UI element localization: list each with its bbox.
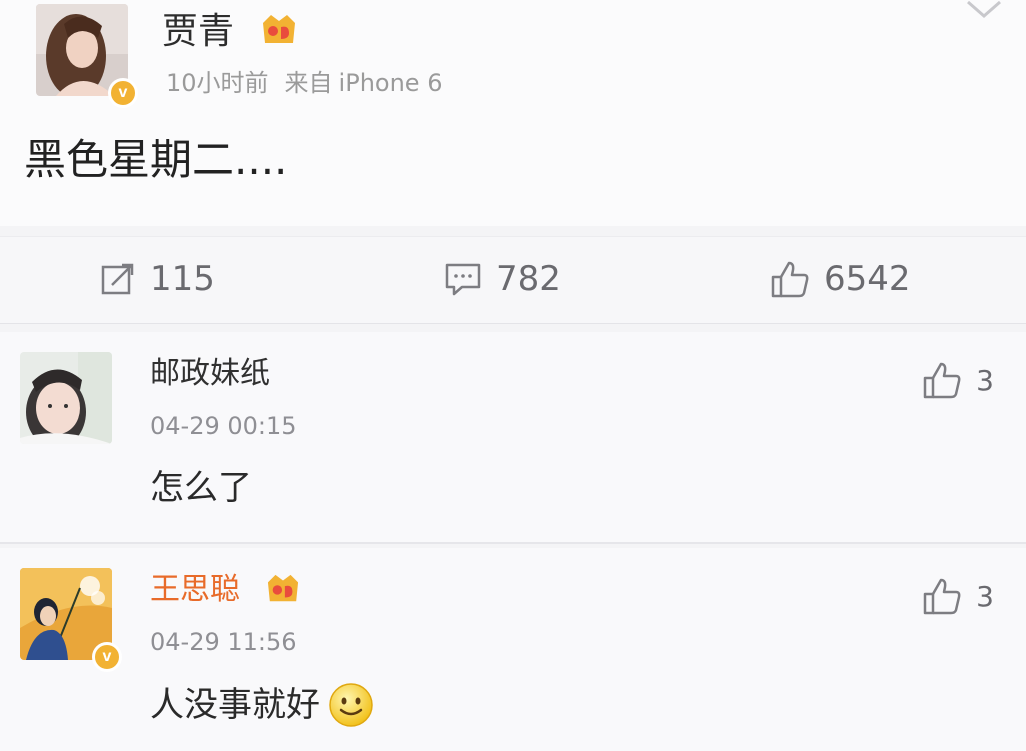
avatar [20, 352, 112, 444]
post-source-prefix: 来自 [284, 69, 333, 97]
comment-button[interactable]: 782 [444, 257, 561, 301]
verified-badge-icon: v [108, 78, 138, 108]
avatar-photo-icon [20, 352, 112, 444]
comment-author-name[interactable]: 王思聪 [150, 570, 302, 610]
repost-count: 115 [150, 259, 215, 299]
comment-count: 782 [496, 259, 561, 299]
post-action-bar: 115 782 6542 [0, 236, 1026, 324]
like-icon [923, 362, 961, 399]
comment-like-button[interactable]: 3 [922, 576, 994, 616]
like-icon [923, 578, 961, 615]
weibo-post: v 贾青 10小时前 来自 iPhone 6 黑色星期二.... [0, 0, 1026, 226]
repost-icon [101, 263, 134, 295]
comment-time: 04-29 11:56 [150, 628, 297, 656]
post-author-avatar[interactable]: v [36, 4, 138, 108]
like-icon [771, 261, 809, 298]
comment-author-name[interactable]: 邮政妹纸 [150, 354, 270, 394]
comment-author-avatar[interactable] [20, 352, 112, 444]
comment-time: 04-29 00:15 [150, 412, 297, 440]
vip-crown-icon [263, 15, 296, 43]
post-meta: 10小时前 来自 iPhone 6 [166, 63, 442, 98]
comment-author-label: 王思聪 [150, 572, 240, 607]
comment-text: 怎么了 [150, 468, 252, 508]
like-count: 6542 [824, 259, 911, 299]
like-button[interactable]: 6542 [770, 257, 911, 301]
post-source-device[interactable]: iPhone 6 [339, 69, 443, 97]
post-author-name[interactable]: 贾青 [162, 8, 299, 56]
post-text: 黑色星期二.... [24, 135, 288, 184]
comment-text-row: 人没事就好 [150, 682, 374, 728]
verified-badge-icon: v [92, 642, 122, 672]
comment-author-avatar[interactable]: v [20, 568, 122, 672]
vip-crown-icon [267, 574, 298, 601]
comment-item: v 王思聪 04-29 11:56 人没事就好 3 [0, 548, 1026, 751]
smiley-emoji-icon [329, 683, 373, 727]
chevron-down-icon[interactable] [964, 0, 1004, 20]
comment-icon [445, 263, 481, 296]
comment-text: 人没事就好 [150, 685, 320, 725]
comment-like-count: 3 [976, 363, 994, 397]
post-author-label: 贾青 [162, 11, 235, 52]
comment-like-count: 3 [976, 579, 994, 613]
repost-button[interactable]: 115 [100, 257, 215, 301]
post-time: 10小时前 [166, 69, 269, 97]
comment-like-button[interactable]: 3 [922, 360, 994, 400]
comment-item: 邮政妹纸 04-29 00:15 怎么了 3 [0, 332, 1026, 544]
